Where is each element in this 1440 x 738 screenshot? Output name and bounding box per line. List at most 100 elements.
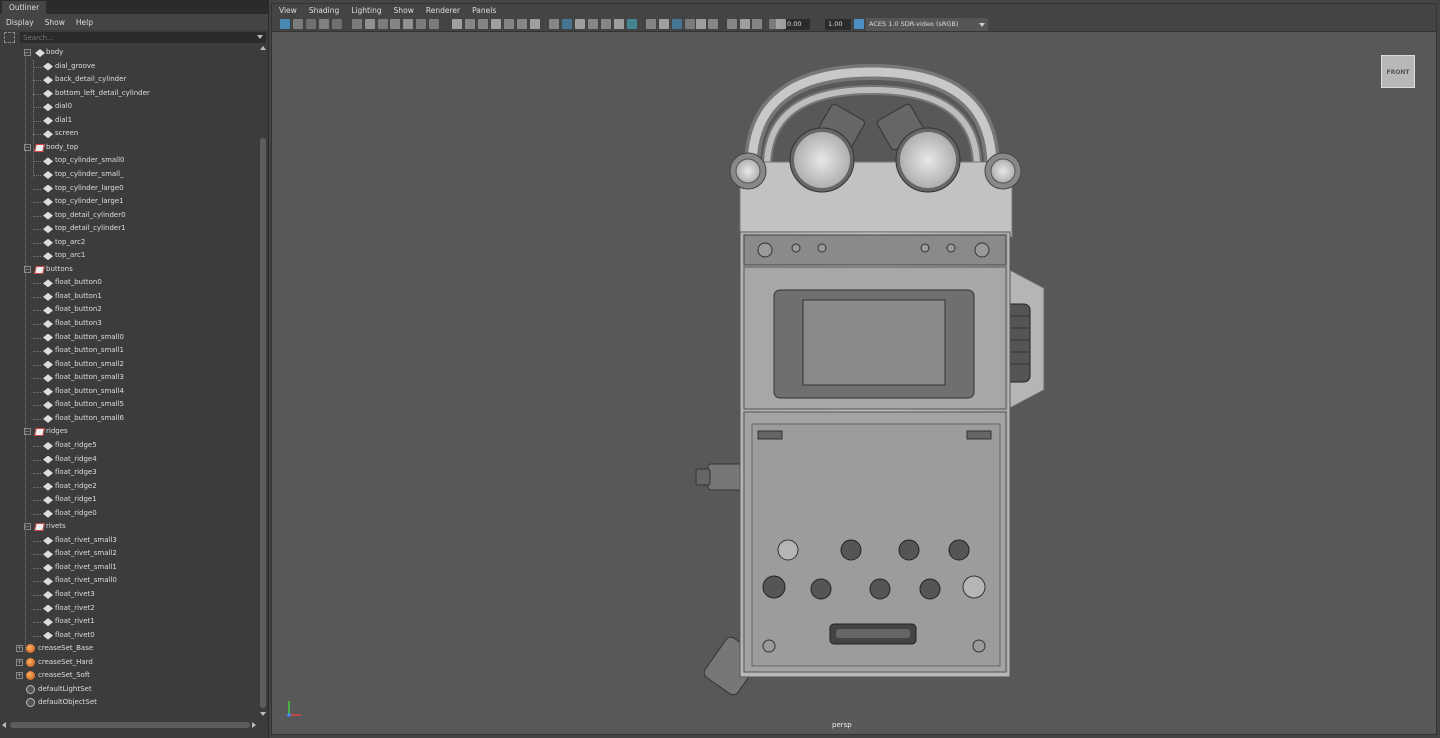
tree-item[interactable]: screen — [0, 127, 258, 141]
toolbar-icon[interactable] — [504, 19, 514, 29]
toolbar-icon[interactable] — [627, 19, 637, 29]
menu-shading[interactable]: Shading — [309, 6, 339, 15]
expand-icon[interactable]: + — [16, 645, 23, 653]
toolbar-icon[interactable] — [588, 19, 598, 29]
scroll-left-icon[interactable] — [2, 722, 6, 728]
tree-item[interactable]: − body — [0, 46, 258, 60]
toolbar-icon[interactable] — [530, 19, 540, 29]
toolbar-icon[interactable] — [319, 19, 329, 29]
tree-item[interactable]: bottom_left_detail_cylinder — [0, 87, 258, 101]
tree-item[interactable]: float_button_small0 — [0, 331, 258, 345]
tree-item[interactable]: − buttons — [0, 263, 258, 277]
tree-item[interactable]: top_detail_cylinder1 — [0, 222, 258, 236]
tree-item[interactable]: float_rivet0 — [0, 629, 258, 643]
tree-item[interactable]: defaultObjectSet — [0, 696, 258, 710]
tree-item[interactable]: − body_top — [0, 141, 258, 155]
tree-item[interactable]: dial0 — [0, 100, 258, 114]
tree-item[interactable]: float_rivet3 — [0, 588, 258, 602]
tree-item[interactable]: float_rivet_small1 — [0, 561, 258, 575]
tree-item[interactable]: float_button3 — [0, 317, 258, 331]
toolbar-icon[interactable] — [378, 19, 388, 29]
tree-item[interactable]: float_button_small1 — [0, 344, 258, 358]
scroll-thumb[interactable] — [260, 138, 266, 708]
toolbar-icon[interactable] — [465, 19, 475, 29]
tab-outliner[interactable]: Outliner — [2, 1, 47, 14]
scroll-right-icon[interactable] — [252, 722, 256, 728]
toolbar-icon[interactable] — [491, 19, 501, 29]
tree-item[interactable]: float_rivet_small0 — [0, 574, 258, 588]
tree-item[interactable]: top_arc1 — [0, 249, 258, 263]
tree-item[interactable]: float_ridge3 — [0, 466, 258, 480]
expand-icon[interactable]: + — [16, 672, 23, 680]
toolbar-icon[interactable] — [685, 19, 695, 29]
tree-item[interactable]: float_button0 — [0, 276, 258, 290]
tree-item[interactable]: float_ridge2 — [0, 480, 258, 494]
tree-item[interactable]: float_rivet_small2 — [0, 547, 258, 561]
color-management-icon[interactable] — [854, 19, 864, 29]
tree-item[interactable]: float_button1 — [0, 290, 258, 304]
toolbar-icon[interactable] — [517, 19, 527, 29]
toolbar-icon[interactable] — [293, 19, 303, 29]
tree-item[interactable]: + creaseSet_Hard — [0, 656, 258, 670]
toolbar-icon[interactable] — [659, 19, 669, 29]
outliner-horizontal-scrollbar[interactable] — [0, 720, 258, 730]
toolbar-icon[interactable] — [390, 19, 400, 29]
tree-item[interactable]: float_rivet1 — [0, 615, 258, 629]
tree-item[interactable]: float_button_small4 — [0, 385, 258, 399]
toolbar-icon[interactable] — [332, 19, 342, 29]
tree-item[interactable]: top_cylinder_small_ — [0, 168, 258, 182]
toolbar-icon[interactable] — [727, 19, 737, 29]
select-icon[interactable] — [4, 32, 15, 43]
toolbar-icon[interactable] — [478, 19, 488, 29]
tree-item[interactable]: float_button_small3 — [0, 371, 258, 385]
toolbar-icon[interactable] — [365, 19, 375, 29]
tree-item[interactable]: float_ridge5 — [0, 439, 258, 453]
exposure-field[interactable]: 0.00 — [784, 19, 810, 30]
tree-item[interactable]: float_button2 — [0, 303, 258, 317]
tree-item[interactable]: float_ridge1 — [0, 493, 258, 507]
toolbar-icon[interactable] — [696, 19, 706, 29]
tree-item[interactable]: dial1 — [0, 114, 258, 128]
toolbar-icon[interactable] — [416, 19, 426, 29]
toolbar-icon[interactable] — [752, 19, 762, 29]
menu-display[interactable]: Display — [6, 18, 34, 27]
toolbar-icon[interactable] — [549, 19, 559, 29]
toolbar-icon[interactable] — [403, 19, 413, 29]
toolbar-icon[interactable] — [776, 19, 786, 29]
toolbar-icon[interactable] — [306, 19, 316, 29]
menu-lighting[interactable]: Lighting — [351, 6, 381, 15]
tree-item[interactable]: float_button_small5 — [0, 398, 258, 412]
tree-item[interactable]: float_ridge0 — [0, 507, 258, 521]
color-space-select[interactable]: ACES 1.0 SDR-video (sRGB) — [866, 18, 988, 31]
menu-show-vp[interactable]: Show — [394, 6, 414, 15]
tree-item[interactable]: − ridges — [0, 425, 258, 439]
viewport-panel[interactable]: View Shading Lighting Show Renderer Pane… — [271, 3, 1437, 735]
toolbar-icon[interactable] — [740, 19, 750, 29]
menu-renderer[interactable]: Renderer — [426, 6, 460, 15]
tree-item[interactable]: float_button_small6 — [0, 412, 258, 426]
tree-item[interactable]: back_detail_cylinder — [0, 73, 258, 87]
search-input[interactable] — [20, 32, 266, 43]
tree-item[interactable]: − rivets — [0, 520, 258, 534]
toolbar-icon[interactable] — [601, 19, 611, 29]
scroll-down-icon[interactable] — [260, 712, 266, 716]
toolbar-icon[interactable] — [280, 19, 290, 29]
gamma-field[interactable]: 1.00 — [825, 19, 851, 30]
tree-item[interactable]: float_ridge4 — [0, 453, 258, 467]
toolbar-icon[interactable] — [614, 19, 624, 29]
toolbar-icon[interactable] — [646, 19, 656, 29]
menu-show[interactable]: Show — [45, 18, 65, 27]
menu-help[interactable]: Help — [76, 18, 93, 27]
tree-item[interactable]: float_rivet2 — [0, 602, 258, 616]
menu-view[interactable]: View — [279, 6, 297, 15]
scroll-up-icon[interactable] — [260, 46, 266, 50]
toolbar-icon[interactable] — [452, 19, 462, 29]
model-render[interactable] — [682, 62, 1062, 702]
toolbar-icon[interactable] — [575, 19, 585, 29]
tree-item[interactable]: top_arc2 — [0, 236, 258, 250]
view-cube[interactable]: FRONT — [1381, 55, 1415, 88]
tree-item[interactable]: top_cylinder_large1 — [0, 195, 258, 209]
outliner-vertical-scrollbar[interactable] — [258, 46, 268, 716]
menu-panels[interactable]: Panels — [472, 6, 496, 15]
tree-item[interactable]: dial_groove — [0, 60, 258, 74]
